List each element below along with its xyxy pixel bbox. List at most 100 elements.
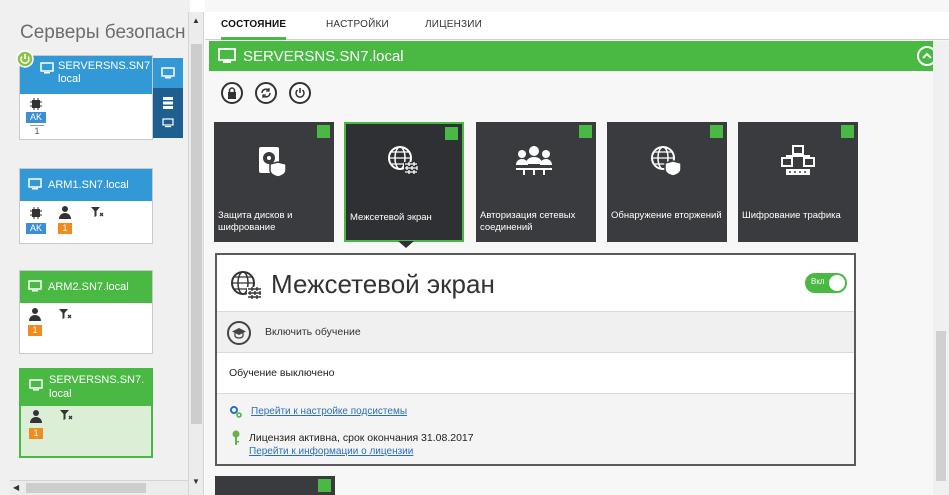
server-rack-icon (162, 96, 174, 110)
learning-status: Обучение выключено (229, 367, 335, 379)
tile-label: Защита дисков и шифрование (218, 210, 293, 233)
filter-icon (90, 206, 104, 219)
details-vertical-scrollbar[interactable] (933, 41, 949, 495)
firewall-detail-panel: Межсетевой экран Вкл Включить обучение О… (215, 253, 856, 466)
tile-network-auth[interactable]: Авторизация сетевых соединений (476, 122, 596, 242)
server-card-name-2: local (58, 73, 81, 85)
scroll-down-icon[interactable]: ▼ (192, 477, 200, 486)
monitor-icon (28, 280, 42, 292)
server-card-header: ARM2.SN7.local (20, 271, 152, 303)
learning-label: Включить обучение (265, 326, 361, 338)
license-link[interactable]: Перейти к информации о лицензии (249, 445, 474, 458)
detail-title: Межсетевой экран (271, 269, 495, 299)
server-card-serversns-selected[interactable]: SERVERSNS.SN7. local 1 (19, 368, 153, 458)
server-card-name-1: SERVERSNS.SN7. (49, 374, 145, 386)
status-indicator (841, 125, 854, 138)
panel-links: Перейти к настройке подсистемы Лицензия … (217, 393, 854, 464)
monitor-icon (161, 67, 175, 79)
key-icon (231, 430, 241, 446)
cpu-icon (30, 207, 42, 219)
server-header: SERVERSNS.SN7.local (209, 41, 949, 71)
server-card-name: ARM1.SN7.local (48, 179, 129, 191)
tile-firewall[interactable]: Межсетевой экран (344, 122, 464, 248)
tile-label: Межсетевой экран (350, 212, 432, 223)
license-text: Лицензия активна, срок окончания 31.08.2… (249, 432, 474, 444)
tile-traffic-encryption[interactable]: Шифрование трафика (738, 122, 858, 242)
cpu-icon (30, 98, 42, 110)
scroll-thumb[interactable] (936, 331, 946, 481)
status-badge-count: 1 (29, 428, 43, 439)
status-badge-ak: AK (26, 112, 46, 123)
license-info: Лицензия активна, срок окончания 31.08.2… (249, 432, 474, 458)
sync-button[interactable] (255, 82, 277, 104)
server-card-name-1: SERVERSNS.SN7 (58, 60, 151, 72)
disk-shield-icon (256, 144, 290, 178)
status-indicator (710, 125, 723, 138)
power-icon (294, 87, 306, 99)
server-quick-actions (153, 58, 183, 138)
server-title: SERVERSNS.SN7.local (243, 48, 404, 65)
tab-bar: СОСТОЯНИЕ НАСТРОЙКИ ЛИЦЕНЗИИ (205, 12, 949, 40)
sidebar-horizontal-scrollbar[interactable]: ◀ (10, 480, 188, 495)
lock-icon (227, 87, 237, 100)
tab-status[interactable]: СОСТОЯНИЕ (221, 19, 287, 40)
firewall-toggle[interactable]: Вкл (805, 273, 847, 293)
server-card-name: ARM2.SN7.local (48, 281, 129, 293)
tab-licenses[interactable]: ЛИЦЕНЗИИ (425, 19, 482, 30)
status-badge-count: 1 (30, 125, 44, 136)
tile-next-partial[interactable] (215, 476, 335, 495)
server-card-header: ARM1.SN7.local (20, 169, 152, 201)
firewall-globe-icon (229, 269, 265, 303)
learning-toggle-button[interactable] (227, 321, 251, 345)
tile-disk-protection[interactable]: Защита дисков и шифрование (214, 122, 334, 242)
tile-label: Шифрование трафика (742, 210, 841, 221)
status-badge-count: 1 (58, 223, 72, 234)
server-card-serversns[interactable]: SERVERSNS.SN7 local AK 1 (19, 55, 153, 140)
learning-row[interactable]: Включить обучение (217, 311, 854, 353)
sidebar-title: Серверы безопасн (20, 22, 186, 43)
server-details-pane: СОСТОЯНИЕ НАСТРОЙКИ ЛИЦЕНЗИИ SERVERSNS.S… (205, 0, 949, 495)
user-icon (58, 205, 72, 219)
servers-sidebar: Серверы безопасн SERVERSNS.SN7 local AK … (0, 0, 190, 495)
filter-icon (59, 409, 73, 422)
status-badge-ak: AK (26, 223, 46, 234)
globe-shield-icon (649, 144, 683, 178)
server-list-button[interactable] (153, 88, 183, 138)
sidebar-vertical-scrollbar[interactable]: ▲ ▼ (188, 12, 204, 495)
monitor-icon (28, 178, 42, 190)
scroll-thumb[interactable] (191, 44, 202, 424)
toggle-label: Вкл (811, 277, 825, 286)
network-users-icon (514, 144, 554, 178)
tile-intrusion-detection[interactable]: Обнаружение вторжений (607, 122, 727, 242)
status-indicator (318, 479, 331, 492)
server-card-header: SERVERSNS.SN7 local (20, 56, 152, 94)
user-icon (29, 409, 43, 423)
monitor-small-icon (162, 118, 174, 128)
graduation-cap-icon (232, 327, 246, 339)
tile-label: Авторизация сетевых соединений (480, 210, 576, 233)
sync-icon (260, 87, 272, 99)
server-card-arm1[interactable]: ARM1.SN7.local AK 1 (19, 168, 153, 244)
server-card-name-2: local (49, 388, 72, 400)
status-indicator (579, 125, 592, 138)
settings-link[interactable]: Перейти к настройке подсистемы (251, 406, 407, 417)
power-button[interactable] (289, 82, 311, 104)
user-icon (28, 307, 42, 321)
filter-icon (58, 308, 72, 321)
tab-settings[interactable]: НАСТРОЙКИ (326, 19, 389, 30)
monitor-icon (29, 379, 43, 391)
monitor-icon (218, 48, 236, 64)
toggle-knob (829, 275, 845, 291)
monitor-icon (40, 62, 54, 74)
lock-button[interactable] (221, 82, 243, 104)
status-indicator (445, 127, 458, 140)
network-encryption-icon (780, 144, 816, 178)
server-card-arm2[interactable]: ARM2.SN7.local 1 (19, 270, 153, 354)
firewall-globe-icon (386, 144, 420, 178)
scroll-up-icon[interactable]: ▲ (192, 16, 200, 25)
monitor-button[interactable] (153, 58, 183, 88)
server-card-header: SERVERSNS.SN7. local (21, 370, 151, 406)
scroll-left-icon[interactable]: ◀ (13, 483, 19, 492)
scroll-thumb[interactable] (26, 483, 146, 493)
status-indicator (317, 125, 330, 138)
